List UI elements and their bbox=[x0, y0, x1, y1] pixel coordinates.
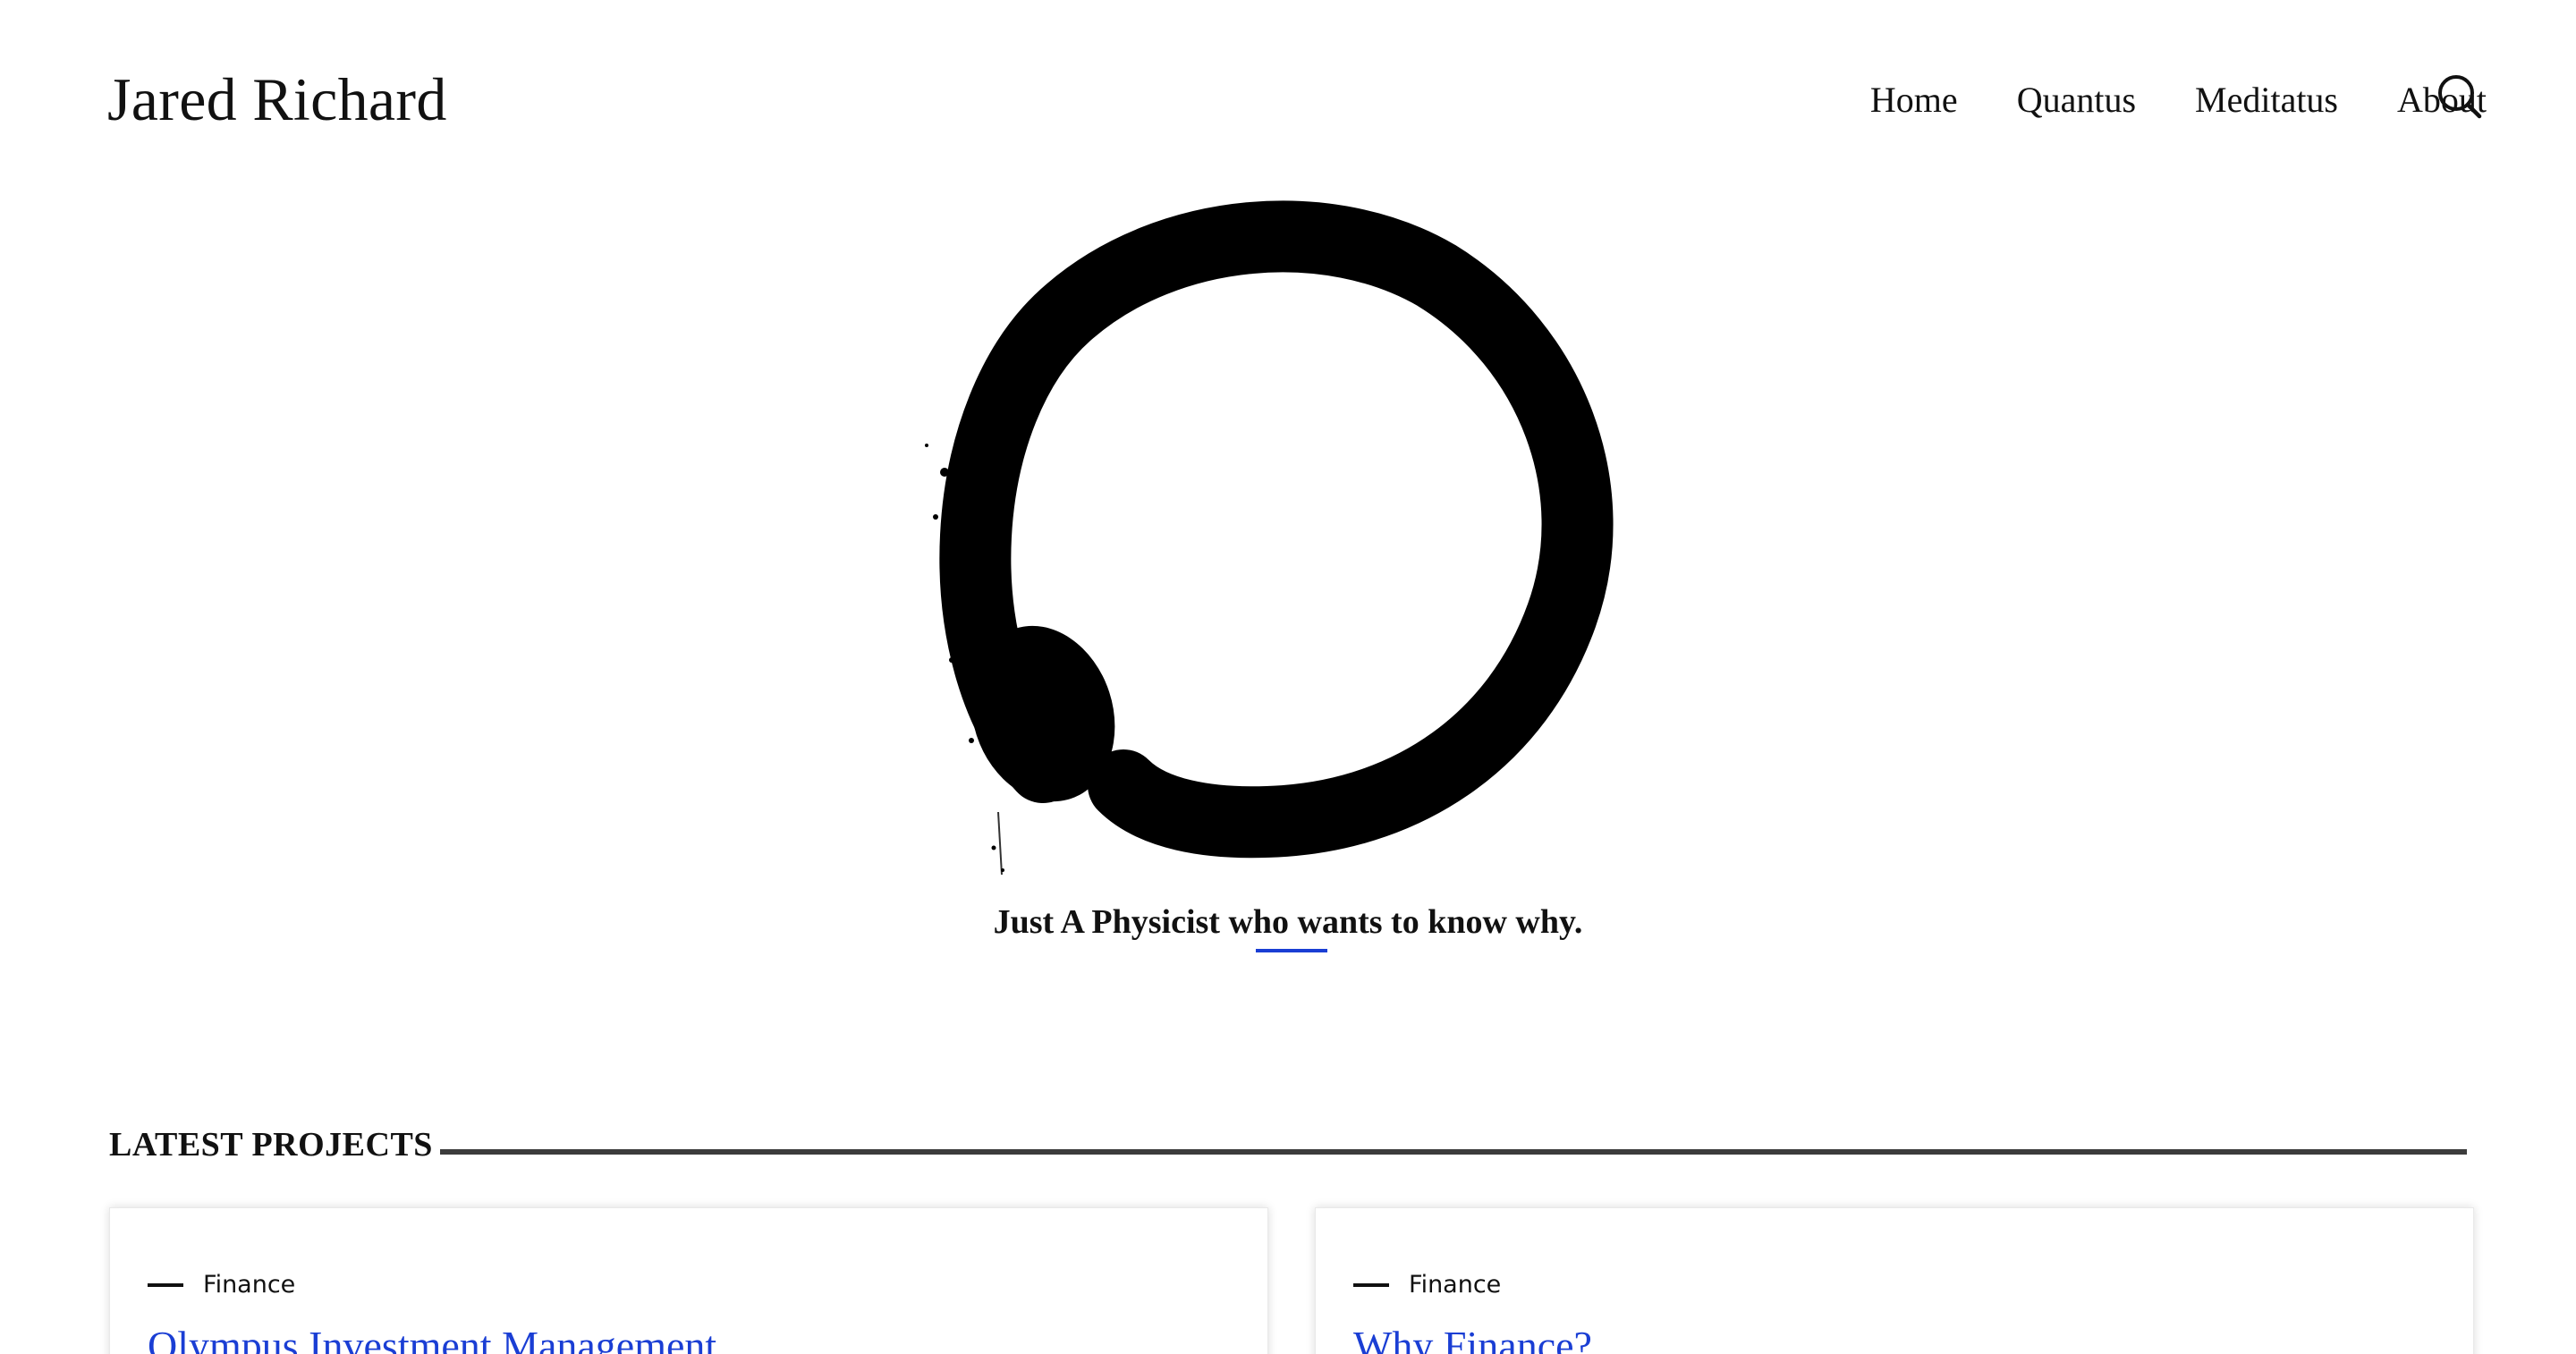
search-button[interactable] bbox=[2435, 72, 2483, 120]
card-category: Finance bbox=[148, 1267, 295, 1303]
section-divider bbox=[440, 1149, 2467, 1155]
card-title-link[interactable]: Why Finance? bbox=[1353, 1319, 1592, 1354]
primary-navigation: Home Quantus Meditatus About bbox=[1699, 73, 2487, 127]
nav-item-meditatus[interactable]: Meditatus bbox=[2195, 73, 2338, 127]
enso-circle-logo bbox=[925, 200, 1614, 876]
site-title-link[interactable]: Jared Richard bbox=[107, 59, 447, 140]
card-category: Finance bbox=[1353, 1267, 1501, 1303]
section-heading: LATEST PROJECTS bbox=[109, 1126, 433, 1164]
category-dash bbox=[1353, 1283, 1389, 1287]
category-link[interactable]: Finance bbox=[1409, 1267, 1501, 1303]
category-link[interactable]: Finance bbox=[203, 1267, 295, 1303]
category-dash bbox=[148, 1283, 183, 1287]
project-card[interactable]: Finance Olympus Investment Management bbox=[109, 1207, 1268, 1354]
search-icon bbox=[2438, 75, 2482, 119]
tagline-underline bbox=[1256, 949, 1327, 952]
project-card[interactable]: Finance Why Finance? bbox=[1315, 1207, 2474, 1354]
nav-item-home[interactable]: Home bbox=[1870, 73, 1958, 127]
nav-item-quantus[interactable]: Quantus bbox=[2017, 73, 2136, 127]
card-title-link[interactable]: Olympus Investment Management bbox=[148, 1319, 716, 1354]
site-tagline: Just A Physicist who wants to know why. bbox=[993, 903, 1583, 941]
